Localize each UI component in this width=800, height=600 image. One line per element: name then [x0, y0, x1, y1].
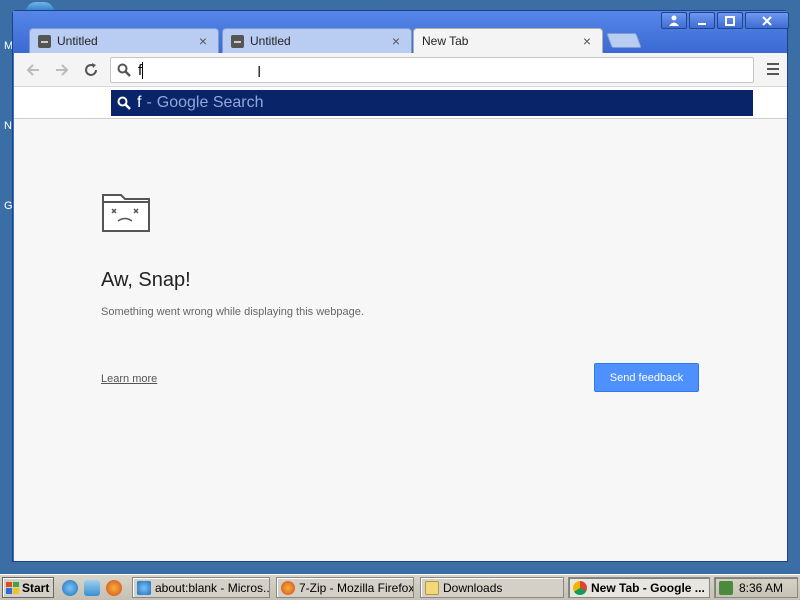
sad-tab-favicon-icon — [38, 34, 51, 48]
clock[interactable]: 8:36 AM — [739, 581, 783, 595]
tab-close-icon[interactable]: × — [389, 33, 403, 49]
error-message: Something went wrong while displaying th… — [101, 306, 364, 318]
menu-icon-bar — [767, 73, 779, 75]
tab-untitled-1[interactable]: Untitled × — [29, 28, 219, 53]
maximize-button[interactable] — [717, 12, 743, 29]
chrome-icon — [573, 580, 587, 595]
forward-button[interactable] — [51, 59, 73, 81]
maximize-icon — [725, 15, 735, 26]
suggestion-engine: Google Search — [156, 94, 264, 111]
minimize-button[interactable] — [689, 12, 715, 29]
start-button[interactable]: Start — [2, 577, 54, 598]
menu-icon-bar — [767, 68, 779, 70]
suggestion-query: f — [137, 94, 142, 111]
ibeam-cursor-icon: I — [257, 64, 262, 81]
browser-window: Untitled × Untitled × New Tab × f I f - … — [12, 10, 789, 562]
tab-new-tab[interactable]: New Tab × — [413, 28, 603, 53]
search-suggestion[interactable]: f - Google Search — [111, 90, 753, 116]
taskbar-button-chrome[interactable]: New Tab - Google ... — [568, 577, 710, 598]
chrome-menu-button[interactable] — [765, 61, 781, 77]
tab-label: Untitled — [57, 34, 98, 48]
taskbar-button-ie[interactable]: about:blank - Micros... — [132, 577, 270, 598]
network-icon[interactable] — [719, 580, 733, 595]
title-bar[interactable]: Untitled × Untitled × New Tab × — [13, 11, 789, 53]
back-button[interactable] — [22, 59, 44, 81]
sad-tab-favicon-icon — [231, 34, 244, 48]
error-title: Aw, Snap! — [101, 269, 191, 291]
omnibox-dropdown: f - Google Search — [14, 87, 787, 119]
tab-label: Untitled — [250, 34, 291, 48]
taskbar: Start about:blank - Micros... 7-Zip - Mo… — [0, 574, 800, 600]
address-bar[interactable]: f I — [110, 57, 754, 83]
send-feedback-button[interactable]: Send feedback — [594, 363, 699, 392]
suggestion-separator: - — [146, 94, 152, 111]
taskbar-button-label: about:blank - Micros... — [155, 580, 270, 595]
user-icon — [669, 15, 679, 26]
reload-icon — [85, 63, 97, 76]
search-icon — [117, 96, 131, 110]
new-tab-button[interactable] — [606, 33, 642, 48]
windows-logo-icon — [6, 581, 19, 594]
tab-close-icon[interactable]: × — [580, 33, 594, 49]
taskbar-button-label: Downloads — [443, 580, 503, 595]
taskbar-button-firefox[interactable]: 7-Zip - Mozilla Firefox — [276, 577, 414, 598]
internet-explorer-icon[interactable] — [62, 580, 78, 596]
tab-close-icon[interactable]: × — [196, 33, 210, 49]
tab-label: New Tab — [422, 34, 469, 48]
internet-explorer-icon — [137, 580, 151, 595]
taskbar-button-label: New Tab - Google ... — [591, 580, 705, 595]
firefox-icon — [281, 580, 295, 595]
close-window-button[interactable] — [745, 12, 789, 29]
sad-tab-icon — [102, 194, 150, 232]
firefox-icon[interactable] — [106, 580, 122, 596]
folder-icon — [425, 580, 439, 595]
menu-icon-bar — [767, 63, 779, 65]
search-icon — [117, 63, 131, 77]
tab-untitled-2[interactable]: Untitled × — [222, 28, 412, 53]
desktop-icon-label: N — [4, 120, 12, 132]
profile-button[interactable] — [661, 12, 687, 29]
toolbar: f I — [14, 53, 787, 87]
start-label: Start — [22, 580, 50, 595]
reload-button[interactable] — [80, 59, 102, 81]
back-arrow-icon — [26, 64, 39, 76]
taskbar-button-label: 7-Zip - Mozilla Firefox — [299, 580, 414, 595]
minimize-icon — [698, 22, 706, 25]
text-caret — [142, 62, 143, 79]
show-desktop-icon[interactable] — [84, 580, 100, 596]
error-page: Aw, Snap! Something went wrong while dis… — [14, 119, 787, 561]
taskbar-button-downloads[interactable]: Downloads — [420, 577, 564, 598]
forward-arrow-icon — [56, 64, 69, 76]
learn-more-link[interactable]: Learn more — [101, 373, 157, 385]
system-tray: 8:36 AM — [714, 577, 798, 598]
close-icon — [762, 15, 772, 26]
